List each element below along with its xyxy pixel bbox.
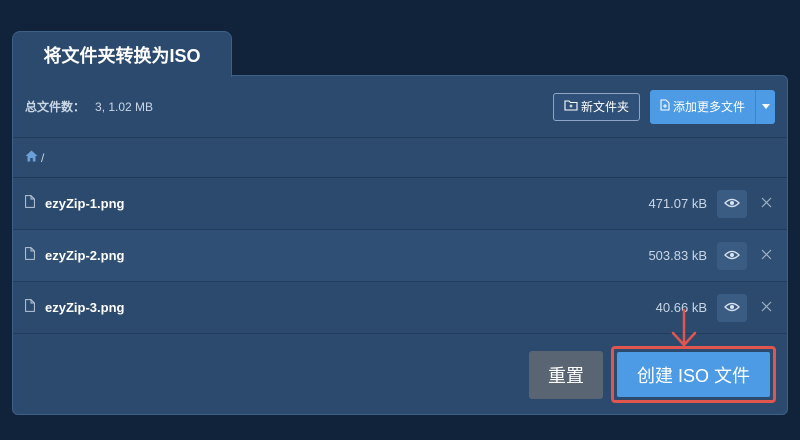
toolbar: 总文件数： 3, 1.02 MB 新文件夹 添加更多文件 <box>13 76 787 138</box>
file-row: ezyZip-2.png 503.83 kB <box>13 230 787 282</box>
preview-button[interactable] <box>717 241 747 270</box>
file-icon <box>25 246 35 265</box>
remove-file-button[interactable] <box>757 247 775 265</box>
close-icon <box>761 195 772 213</box>
close-icon <box>761 247 772 265</box>
create-iso-highlight: 创建 ISO 文件 <box>611 346 776 403</box>
eye-icon <box>724 247 740 265</box>
reset-button[interactable]: 重置 <box>529 351 603 399</box>
tool-tab[interactable]: 将文件夹转换为ISO <box>12 31 232 77</box>
home-icon[interactable] <box>25 150 38 165</box>
new-folder-button[interactable]: 新文件夹 <box>552 92 640 121</box>
close-icon <box>761 299 772 317</box>
file-size: 503.83 kB <box>648 248 707 263</box>
add-files-label: 添加更多文件 <box>672 100 745 114</box>
create-iso-label: 创建 ISO 文件 <box>636 365 750 386</box>
file-row: ezyZip-1.png 471.07 kB <box>13 178 787 230</box>
file-icon <box>25 194 35 213</box>
breadcrumb-separator: / <box>41 150 45 165</box>
file-size: 471.07 kB <box>648 196 707 211</box>
total-files-value: 3, 1.02 MB <box>95 99 154 114</box>
tab-title: 将文件夹转换为ISO <box>43 45 201 66</box>
remove-file-button[interactable] <box>757 299 775 317</box>
add-files-button-group: 添加更多文件 <box>649 89 775 124</box>
new-folder-label: 新文件夹 <box>580 100 629 114</box>
preview-button[interactable] <box>717 293 747 322</box>
add-files-dropdown-toggle[interactable] <box>755 89 775 124</box>
preview-button[interactable] <box>717 189 747 218</box>
eye-icon <box>724 195 740 213</box>
file-plus-icon <box>660 99 670 114</box>
file-name: ezyZip-1.png <box>45 196 125 211</box>
file-icon <box>25 298 35 317</box>
remove-file-button[interactable] <box>757 195 775 213</box>
breadcrumb: / <box>13 138 787 178</box>
eye-icon <box>724 299 740 317</box>
folder-icon <box>564 99 578 114</box>
caret-down-icon <box>761 104 770 109</box>
file-name: ezyZip-2.png <box>45 248 125 263</box>
arrow-down-icon <box>668 308 700 348</box>
add-files-button[interactable]: 添加更多文件 <box>649 89 755 124</box>
file-name: ezyZip-3.png <box>45 300 125 315</box>
total-files-label: 总文件数： <box>25 100 86 114</box>
reset-label: 重置 <box>548 366 584 386</box>
create-iso-button[interactable]: 创建 ISO 文件 <box>617 352 770 397</box>
file-panel: 总文件数： 3, 1.02 MB 新文件夹 添加更多文件 / ezyZip-1.… <box>12 75 788 415</box>
